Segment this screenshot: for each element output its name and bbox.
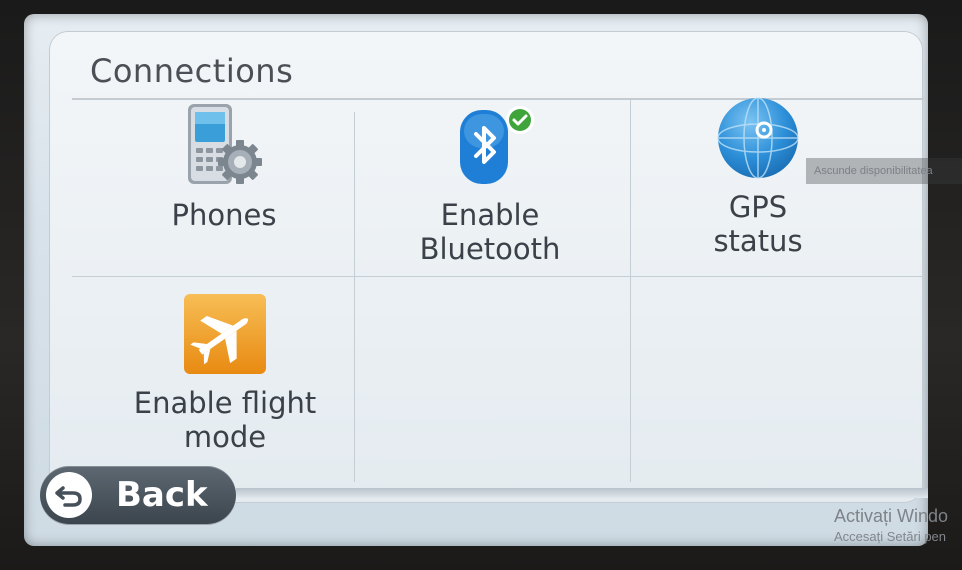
airplane-icon xyxy=(182,292,268,376)
phone-gear-icon xyxy=(184,102,264,188)
back-arrow-icon xyxy=(46,472,92,518)
phones-tile[interactable]: Phones xyxy=(134,102,314,232)
check-badge-icon xyxy=(506,106,534,134)
globe-icon xyxy=(716,96,800,180)
page-title: Connections xyxy=(90,52,294,90)
bluetooth-label-line1: Enable xyxy=(440,198,540,232)
grid-divider xyxy=(72,276,924,277)
overlay-tooltip: Ascunde disponibilitatea xyxy=(806,158,962,184)
back-button[interactable]: Back xyxy=(40,466,236,524)
footer-bar xyxy=(236,488,928,498)
back-label: Back xyxy=(116,475,208,515)
enable-flight-mode-tile[interactable]: Enable flight mode xyxy=(120,292,330,454)
gps-label-line1: GPS xyxy=(728,190,788,224)
bluetooth-icon xyxy=(450,106,534,188)
activation-watermark: Activați Windo Accesați Setări pen xyxy=(834,506,948,544)
flight-label: Enable flight mode xyxy=(134,386,316,454)
gps-label: GPS status xyxy=(713,190,802,258)
watermark-line2: Accesați Setări pen xyxy=(834,529,947,544)
navigation-screen: Connections Phones Enable Bluetooth GPS … xyxy=(24,14,928,546)
bluetooth-label-line2: Bluetooth xyxy=(419,232,561,266)
device-bezel: Connections Phones Enable Bluetooth GPS … xyxy=(0,0,962,570)
phones-label: Phones xyxy=(171,198,277,232)
grid-divider xyxy=(354,112,355,482)
bluetooth-label: Enable Bluetooth xyxy=(420,198,561,266)
grid-divider xyxy=(630,100,631,482)
watermark-line1: Activați Windo xyxy=(834,506,949,526)
enable-bluetooth-tile[interactable]: Enable Bluetooth xyxy=(400,106,580,266)
gps-label-line2: status xyxy=(713,224,803,258)
flight-label-line1: Enable flight xyxy=(133,386,317,420)
flight-label-line2: mode xyxy=(183,420,267,454)
